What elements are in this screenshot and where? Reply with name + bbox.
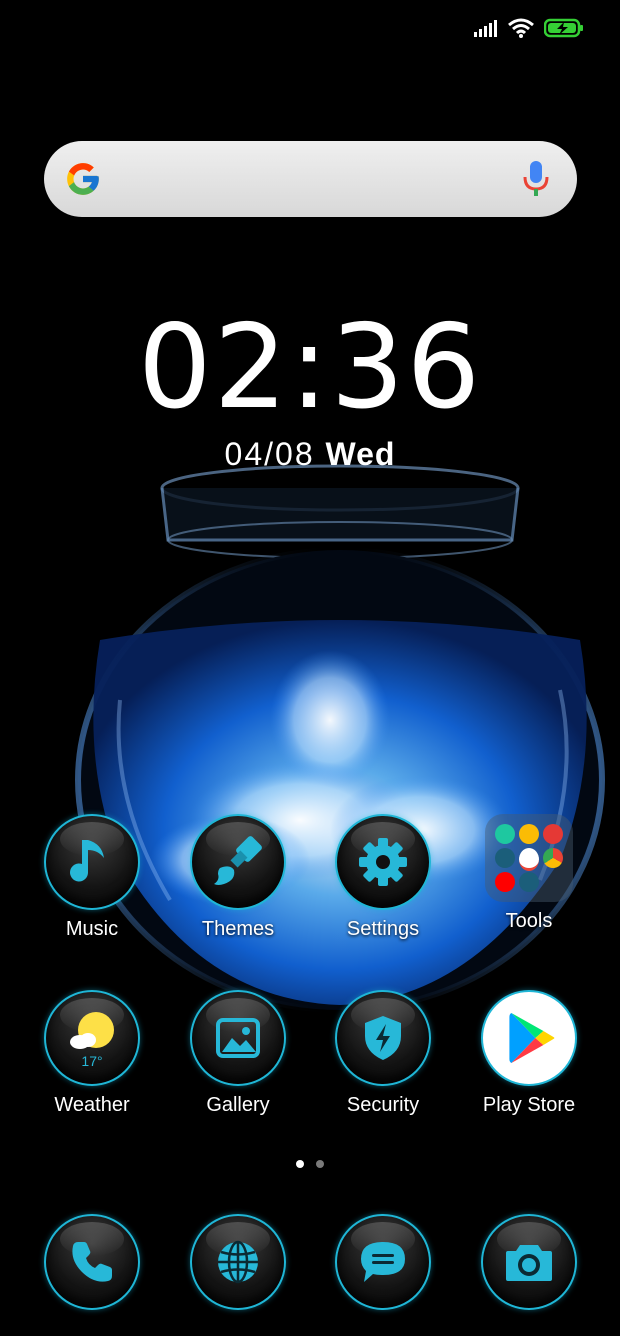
signal-bars-icon bbox=[474, 20, 497, 37]
phone-app-icon[interactable] bbox=[44, 1214, 140, 1310]
app-label-weather: Weather bbox=[54, 1094, 130, 1116]
google-g-icon bbox=[67, 163, 99, 195]
play-store-app-icon[interactable] bbox=[481, 990, 577, 1086]
weather-sun-cloud-icon: 17° bbox=[70, 1012, 114, 1069]
themes-app-icon[interactable] bbox=[190, 814, 286, 910]
app-themes[interactable]: Themes bbox=[173, 814, 303, 941]
weather-app-icon[interactable]: 17° bbox=[44, 990, 140, 1086]
messages-app-icon[interactable] bbox=[335, 1214, 431, 1310]
browser-app-icon[interactable] bbox=[190, 1214, 286, 1310]
page-dot-1[interactable] bbox=[296, 1160, 304, 1168]
settings-app-icon[interactable] bbox=[335, 814, 431, 910]
image-icon bbox=[216, 1018, 260, 1058]
day-text: Wed bbox=[325, 436, 396, 472]
gallery-app-icon[interactable] bbox=[190, 990, 286, 1086]
play-store-icon bbox=[509, 1013, 555, 1063]
weather-temperature: 17° bbox=[81, 1053, 102, 1069]
clock-time[interactable]: 02:36 bbox=[0, 310, 620, 426]
wifi-icon bbox=[508, 18, 534, 38]
page-dot-2[interactable] bbox=[316, 1160, 324, 1168]
app-play-store[interactable]: Play Store bbox=[464, 990, 594, 1117]
folder-icon[interactable] bbox=[485, 814, 573, 902]
folder-app-gmail-icon bbox=[519, 848, 539, 871]
app-label-play-store: Play Store bbox=[482, 1094, 576, 1116]
dock-messages[interactable] bbox=[318, 1214, 448, 1310]
microphone-icon[interactable] bbox=[523, 161, 549, 197]
app-gallery[interactable]: Gallery bbox=[173, 990, 303, 1117]
app-security[interactable]: Security bbox=[318, 990, 448, 1117]
gear-icon bbox=[359, 838, 407, 886]
app-music[interactable]: Music bbox=[27, 814, 157, 941]
app-label-gallery: Gallery bbox=[206, 1094, 270, 1116]
camera-icon bbox=[506, 1245, 552, 1281]
message-icon bbox=[361, 1242, 405, 1282]
folder-app-user-icon bbox=[495, 848, 515, 868]
folder-app-mi-video-icon bbox=[543, 824, 563, 844]
folder-tools[interactable]: Tools bbox=[464, 814, 594, 933]
folder-app-contacts-icon bbox=[519, 872, 539, 892]
dock-phone[interactable] bbox=[27, 1214, 157, 1310]
folder-app-chrome-icon bbox=[543, 848, 563, 868]
app-weather[interactable]: 17° Weather bbox=[27, 990, 157, 1117]
music-note-icon bbox=[70, 840, 104, 882]
dock-browser[interactable] bbox=[173, 1214, 303, 1310]
app-label-tools: Tools bbox=[505, 910, 553, 932]
google-search-bar[interactable] bbox=[44, 141, 577, 217]
folder-app-youtube-icon bbox=[495, 872, 515, 892]
globe-icon bbox=[218, 1240, 258, 1284]
app-settings[interactable]: Settings bbox=[318, 814, 448, 941]
camera-app-icon[interactable] bbox=[481, 1214, 577, 1310]
status-bar bbox=[474, 14, 584, 42]
shield-bolt-icon bbox=[365, 1016, 401, 1060]
dock-camera[interactable] bbox=[464, 1214, 594, 1310]
clock-date: 04/08 Wed bbox=[0, 436, 620, 473]
app-label-security: Security bbox=[346, 1094, 420, 1116]
page-indicator bbox=[0, 1160, 620, 1168]
app-label-themes: Themes bbox=[201, 918, 275, 940]
security-app-icon[interactable] bbox=[335, 990, 431, 1086]
battery-charging-icon bbox=[544, 18, 583, 38]
folder-app-scanner-icon bbox=[495, 824, 515, 844]
paintbrush-icon bbox=[214, 836, 262, 885]
phone-icon bbox=[72, 1242, 112, 1282]
music-app-icon[interactable] bbox=[44, 814, 140, 910]
app-label-settings: Settings bbox=[346, 918, 420, 940]
app-label-music: Music bbox=[65, 918, 119, 940]
folder-app-play-games-icon bbox=[519, 824, 539, 844]
date-text: 04/08 bbox=[224, 436, 315, 472]
